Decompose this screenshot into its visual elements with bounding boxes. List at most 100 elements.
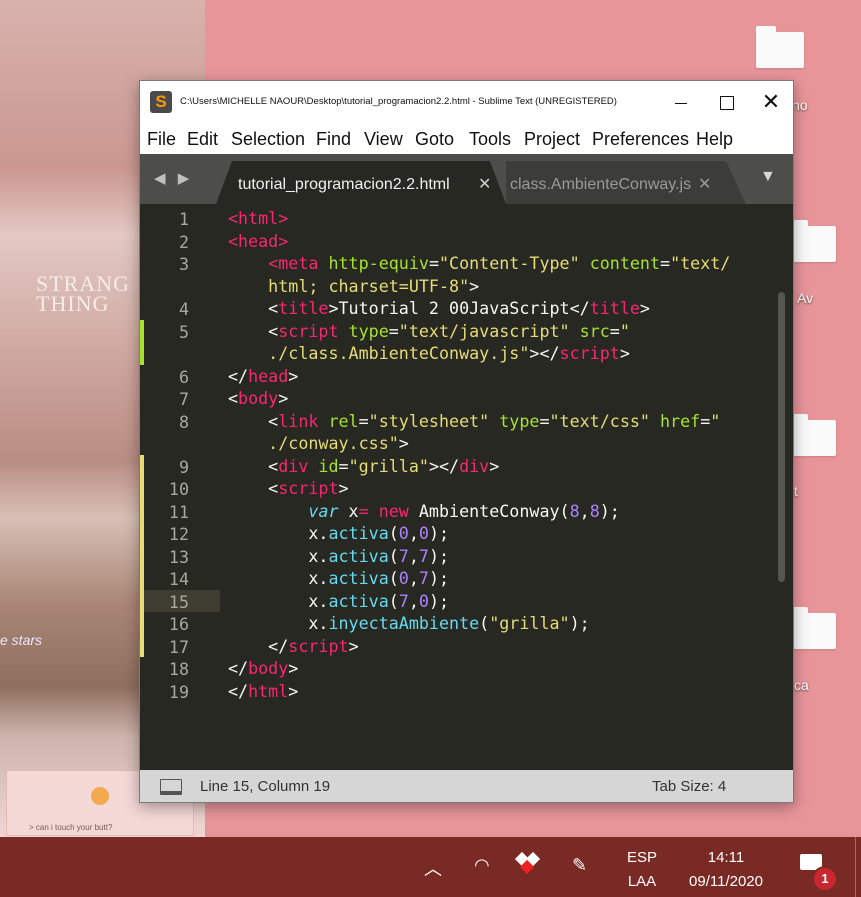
maximize-button[interactable] (704, 81, 750, 123)
close-button[interactable]: ✕ (748, 81, 794, 123)
line-number: 9 (140, 454, 220, 477)
line-number: 6 (140, 365, 220, 388)
code-line[interactable]: var x= new AmbienteConway(8,8); (228, 500, 619, 523)
show-hidden-icons-chevron-icon[interactable]: ︿ (424, 855, 442, 881)
line-number-text: 13 (168, 546, 189, 567)
menu-selection[interactable]: Selection (231, 129, 305, 150)
code-line[interactable]: <html> (228, 207, 288, 230)
line-number-text: 14 (168, 569, 189, 589)
code-line[interactable]: <body> (228, 387, 288, 410)
tab-size[interactable]: Tab Size: 4 (652, 778, 726, 795)
code-line[interactable]: <link rel="stylesheet" type="text/css" h… (228, 410, 720, 433)
tab-label: class.AmbienteConway.js (510, 176, 692, 193)
menu-view[interactable]: View (364, 129, 403, 150)
code-line[interactable]: </html> (228, 680, 298, 703)
line-number: 17 (140, 634, 220, 657)
desktop-folder-icon[interactable] (748, 24, 808, 74)
line-number-text: 11 (168, 501, 189, 522)
menu-edit[interactable]: Edit (187, 129, 218, 150)
desktop-icon-label[interactable]: ca (794, 677, 809, 693)
line-number: 15 (140, 589, 220, 612)
diff-marker (140, 477, 144, 500)
code-line[interactable]: <div id="grilla"></div> (228, 455, 499, 478)
line-number: 12 (140, 522, 220, 545)
menu-tools[interactable]: Tools (469, 129, 511, 150)
desktop-icon-label[interactable]: no (792, 97, 808, 113)
line-number-text: 16 (168, 614, 189, 634)
notification-badge: 1 (812, 866, 838, 892)
menu-project[interactable]: Project (524, 129, 580, 150)
menu-find[interactable]: Find (316, 129, 351, 150)
wifi-icon[interactable]: ◠ (474, 855, 490, 876)
tab-dropdown-icon[interactable]: ▼ (760, 168, 776, 186)
tab-close-icon[interactable]: ✕ (698, 174, 711, 194)
title-bar[interactable]: S C:\Users\MICHELLE NAOUR\Desktop\tutori… (140, 81, 793, 123)
code-line[interactable]: ./class.AmbienteConway.js"></script> (228, 342, 630, 365)
minimize-button[interactable] (658, 81, 704, 123)
diff-marker (140, 499, 144, 522)
language-code: ESP (627, 849, 658, 866)
code-line[interactable]: x.inyectaAmbiente("grilla"); (228, 612, 589, 635)
tab-close-icon[interactable]: ✕ (478, 174, 491, 194)
show-desktop-divider[interactable] (855, 837, 856, 897)
tab-tutorial-programacion[interactable]: tutorial_programacion2.2.html ✕ (216, 161, 506, 204)
menu-preferences[interactable]: Preferences (592, 129, 689, 150)
code-line[interactable]: x.activa(0,7); (228, 567, 449, 590)
line-number: 14 (140, 567, 220, 590)
code-line[interactable]: <title>Tutorial 2 00JavaScript</title> (228, 297, 650, 320)
tab-class-ambienteconway[interactable]: class.AmbienteConway.js ✕ (506, 161, 746, 204)
line-number: 4 (140, 297, 220, 320)
line-number-text: 1 (178, 209, 189, 229)
line-number: 3 (140, 252, 220, 275)
sublime-logo-icon: S (150, 91, 172, 113)
menu-help[interactable]: Help (696, 129, 733, 150)
wallpaper-text-stars: e stars (0, 632, 43, 648)
panel-toggle-icon[interactable] (160, 779, 182, 795)
diff-marker (140, 342, 144, 365)
line-number-text: 7 (178, 389, 189, 409)
folder-icon (788, 414, 836, 456)
wallpaper-text-stranger-things: STRANG THING (36, 271, 131, 316)
folder-icon (788, 607, 836, 649)
language-indicator[interactable]: ESP LAA (627, 846, 657, 894)
line-number-text: 2 (178, 231, 189, 252)
line-number-text: 5 (178, 321, 189, 342)
desktop-icon-label[interactable]: Av (797, 290, 813, 306)
code-line[interactable]: <meta http-equiv="Content-Type" content=… (228, 252, 730, 275)
desktop-icon-label[interactable]: t (794, 483, 798, 499)
code-line[interactable]: html; charset=UTF-8"> (228, 275, 479, 298)
dropbox-icon[interactable] (514, 851, 541, 876)
line-number: 1 (140, 207, 220, 230)
code-line[interactable]: </head> (228, 365, 298, 388)
notification-center-button[interactable]: 1 (800, 854, 838, 892)
diff-marker (140, 567, 144, 590)
code-line[interactable]: <script> (228, 477, 348, 500)
code-line[interactable]: x.activa(0,0); (228, 522, 449, 545)
status-bar: Line 15, Column 19 Tab Size: 4 (140, 770, 793, 802)
diff-marker (140, 544, 144, 567)
line-number-text: 8 (178, 411, 189, 432)
menu-file[interactable]: File (147, 129, 176, 150)
code-line[interactable]: x.activa(7,7); (228, 545, 449, 568)
pen-ink-icon[interactable]: ✎ (572, 855, 587, 876)
line-number: 16 (140, 612, 220, 635)
line-number: 19 (140, 680, 220, 703)
code-line[interactable]: </body> (228, 657, 298, 680)
code-line[interactable]: <head> (228, 230, 288, 253)
code-editor[interactable]: 1 <html> 2 <head> 3 <meta http-equiv="Conten… (140, 204, 793, 770)
line-number: 13 (140, 544, 220, 567)
menu-goto[interactable]: Goto (415, 129, 454, 150)
tab-nav-arrows-icon[interactable]: ◀ ▶ (154, 169, 193, 187)
vertical-scrollbar[interactable] (778, 292, 785, 582)
code-line[interactable]: x.activa(7,0); (228, 590, 449, 613)
diff-marker (140, 454, 144, 477)
wallpaper-note-text: > can i touch your butt? (29, 823, 113, 832)
line-number-text: 18 (168, 659, 189, 679)
clock[interactable]: 14:11 09/11/2020 (676, 846, 776, 894)
code-line[interactable]: ./conway.css"> (228, 432, 409, 455)
code-line[interactable]: </script> (228, 635, 358, 658)
line-number-text: 10 (168, 479, 189, 499)
code-line[interactable]: <script type="text/javascript" src=" (228, 320, 630, 343)
diff-marker (140, 522, 144, 545)
cursor-position: Line 15, Column 19 (200, 778, 331, 795)
